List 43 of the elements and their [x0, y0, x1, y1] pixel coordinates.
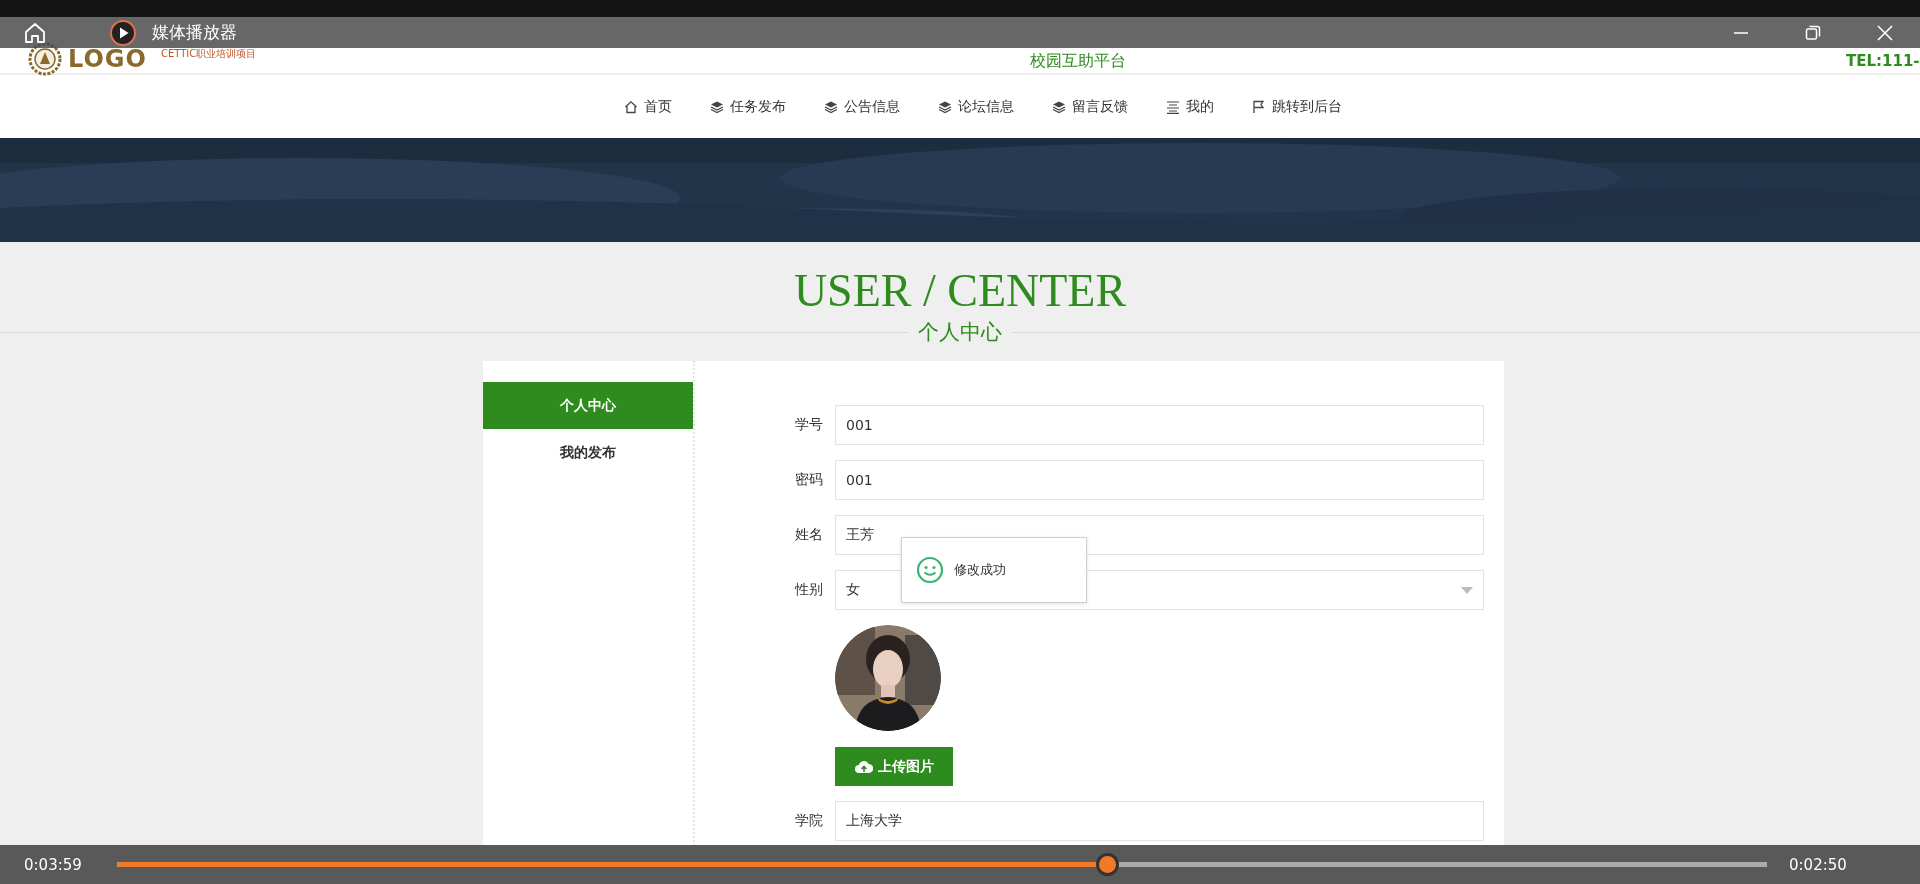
nav-link[interactable]: 论坛信息 [938, 97, 1014, 116]
home-icon[interactable] [24, 21, 46, 44]
layers-icon [824, 99, 838, 114]
flag-icon [1252, 99, 1266, 114]
toast-message: 修改成功 [901, 537, 1087, 603]
section-title: USER / CENTER [793, 266, 1127, 316]
nav-link[interactable]: 留言反馈 [1052, 97, 1128, 116]
restore-icon[interactable] [1804, 23, 1822, 42]
nav-link[interactable]: 任务发布 [710, 97, 786, 116]
sidebar-item[interactable]: 我的发布 [483, 429, 693, 476]
field-label: 学号 [794, 416, 823, 434]
nav-link[interactable]: 公告信息 [824, 97, 900, 116]
field-label: 学院 [794, 812, 823, 830]
input-field[interactable]: 上海大学 [835, 801, 1484, 841]
elapsed-time: 0:03:59 [23, 855, 83, 874]
phone-number: TEL:111- [1846, 52, 1920, 70]
upload-button[interactable]: 上传图片 [835, 747, 953, 786]
dropdown-arrow-icon [1461, 586, 1473, 594]
tagline: CETTIC职业培训项目 [160, 47, 257, 61]
progress-thumb[interactable] [1096, 853, 1119, 876]
logo-text: LOGO [68, 45, 147, 72]
layers-icon [1052, 99, 1066, 114]
close-icon[interactable] [1876, 23, 1894, 42]
remaining-time: 0:02:50 [1789, 855, 1847, 874]
home-icon [624, 99, 638, 114]
cloud-upload-icon [854, 759, 873, 774]
nav-link[interactable]: 首页 [624, 97, 672, 116]
nav-link[interactable]: 我的 [1166, 97, 1214, 116]
input-field[interactable]: 001 [835, 405, 1484, 445]
layers-icon [938, 99, 952, 114]
smiley-icon [916, 556, 944, 584]
field-label: 性别 [793, 581, 823, 599]
list-icon [1166, 99, 1180, 114]
nav-link[interactable]: 跳转到后台 [1252, 97, 1342, 116]
window-title: 媒体播放器 [152, 21, 237, 44]
field-label: 姓名 [794, 526, 823, 544]
site-title: 校园互助平台 [1030, 51, 1126, 72]
input-field[interactable]: 001 [835, 460, 1484, 500]
sidebar-item[interactable]: 个人中心 [483, 382, 693, 429]
play-icon [110, 19, 136, 46]
layers-icon [710, 99, 724, 114]
field-label: 密码 [794, 471, 823, 489]
section-subtitle: 个人中心 [918, 319, 1002, 346]
